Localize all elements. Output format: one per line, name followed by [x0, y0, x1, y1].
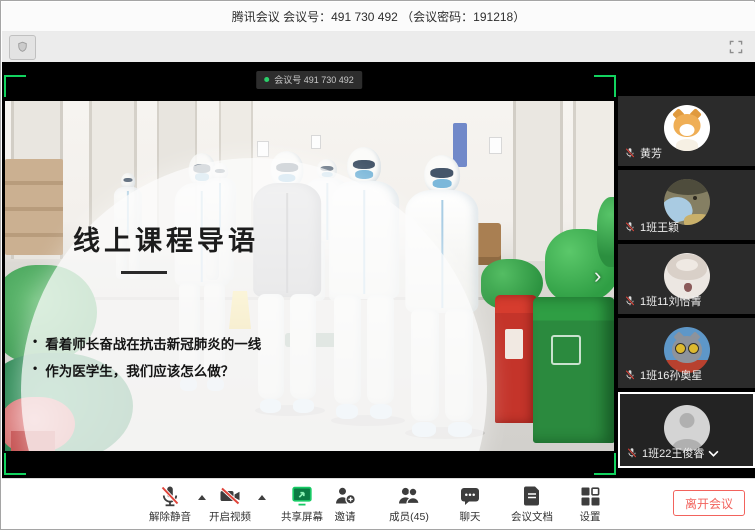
meeting-title: 腾讯会议 会议号：491 730 492 （会议密码：191218）	[232, 8, 525, 25]
members-button[interactable]: 成员(45)	[383, 484, 435, 528]
share-frame-corner	[594, 75, 616, 97]
fullscreen-button[interactable]	[725, 36, 747, 58]
recording-dot	[264, 77, 269, 82]
sub-bar	[2, 32, 755, 62]
share-frame-corner	[4, 453, 26, 475]
leave-meeting-button[interactable]: 离开会议	[673, 490, 745, 516]
participant-name: 黄芳	[640, 145, 662, 161]
muted-mic-icon	[626, 447, 638, 459]
green-trash-bin	[533, 297, 614, 443]
main-area: 会议号 491 730 492	[2, 62, 755, 478]
meeting-docs-button[interactable]: 会议文档	[506, 484, 558, 528]
muted-mic-icon	[624, 295, 636, 307]
sidebar-collapse-arrow[interactable]: ›	[594, 265, 601, 287]
share-frame-corner	[4, 75, 26, 97]
share-frame-corner	[594, 453, 616, 475]
chat-bubble-icon	[457, 484, 483, 508]
participant-name: 1班王颖	[640, 219, 679, 235]
shared-screen-stage: 会议号 491 730 492	[2, 62, 616, 478]
start-video-button[interactable]: 开启视频	[204, 484, 256, 528]
participant-tile[interactable]: 1班11刘怡菁	[618, 244, 755, 314]
corgi-avatar	[664, 105, 710, 151]
slide-bullet: • 看着师长奋战在抗击新冠肺炎的一线	[33, 333, 261, 353]
muted-mic-icon	[624, 221, 636, 233]
participant-tile[interactable]: 黄芳	[618, 96, 755, 166]
bottom-toolbar: 解除静音 开启视频 共享屏幕	[2, 478, 755, 529]
chevron-down-icon[interactable]	[708, 450, 719, 457]
shared-slide: 线上课程导语 • 看着师长奋战在抗击新冠肺炎的一线 • 作为医学生，我们应该怎么…	[5, 101, 614, 451]
muted-mic-icon	[624, 147, 636, 159]
camera-options-caret[interactable]	[258, 495, 266, 500]
green-bag	[597, 197, 614, 267]
invite-person-icon	[332, 484, 358, 508]
meeting-id-badge: 会议号 491 730 492	[256, 71, 362, 89]
cardboard-boxes	[5, 159, 63, 255]
chat-button[interactable]: 聊天	[444, 484, 496, 528]
meeting-window: 腾讯会议 会议号：491 730 492 （会议密码：191218） 会议号 4…	[0, 0, 755, 530]
participant-name: 1班16孙奥星	[640, 367, 702, 383]
participant-name: 1班11刘怡菁	[640, 293, 702, 309]
red-trash-bin	[495, 295, 537, 423]
settings-grid-icon	[577, 484, 603, 508]
unmute-button[interactable]: 解除静音	[144, 484, 196, 528]
invite-button[interactable]: 邀请	[319, 484, 371, 528]
slide-title: 线上课程导语	[73, 219, 259, 258]
muted-camera-icon	[217, 484, 243, 508]
participant-tile[interactable]: 1班16孙奥星	[618, 318, 755, 388]
participant-name: 1班22王俊睿	[642, 445, 704, 461]
document-icon	[520, 484, 544, 508]
participant-tile[interactable]: 1班王颖	[618, 170, 755, 240]
settings-button[interactable]: 设置	[564, 484, 616, 528]
title-bar: 腾讯会议 会议号：491 730 492 （会议密码：191218）	[2, 2, 755, 32]
shield-icon	[15, 40, 30, 55]
slide-bullet: • 作为医学生，我们应该怎么做？	[33, 360, 234, 380]
fullscreen-icon	[728, 39, 744, 55]
participant-tile-selected[interactable]: 1班22王俊睿	[618, 392, 755, 468]
members-icon	[395, 484, 423, 508]
participants-sidebar: 黄芳 1班王颖	[618, 62, 755, 478]
slide-divider	[121, 271, 167, 274]
muted-mic-icon	[624, 369, 636, 381]
muted-mic-icon	[157, 484, 183, 508]
meeting-security-button[interactable]	[9, 35, 36, 60]
share-screen-icon	[289, 484, 315, 508]
